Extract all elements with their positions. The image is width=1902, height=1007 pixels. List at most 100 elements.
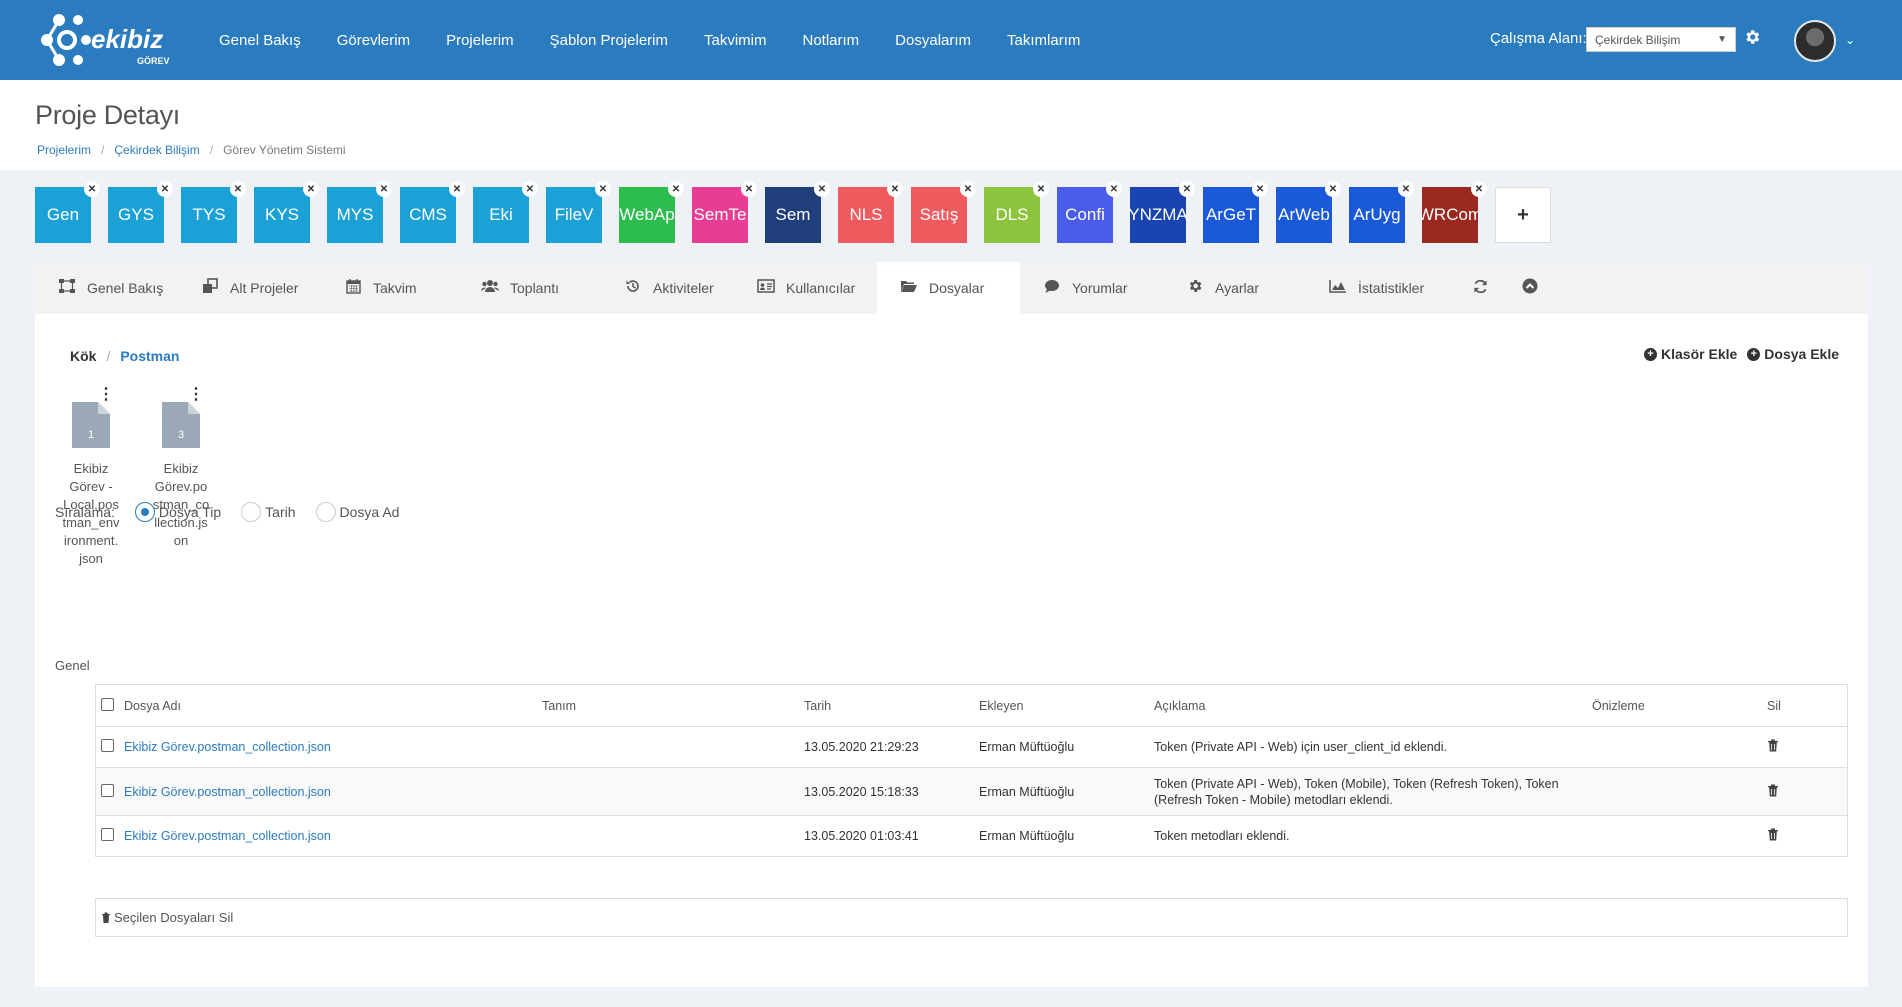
project-tile[interactable]: Gen: [35, 187, 91, 243]
more-vertical-icon[interactable]: ⋮: [98, 387, 114, 403]
folder-current[interactable]: Postman: [120, 348, 179, 364]
file-item[interactable]: 1 ⋮ Ekibiz Görev - Local.pos tman_env ironment…: [55, 387, 127, 568]
project-tile[interactable]: Satış: [911, 187, 967, 243]
close-icon[interactable]: ✕: [522, 181, 538, 197]
collapse-button[interactable]: [1499, 262, 1549, 314]
row-checkbox[interactable]: [101, 739, 114, 752]
more-vertical-icon[interactable]: ⋮: [188, 387, 204, 403]
project-tile[interactable]: ArWeb: [1276, 187, 1332, 243]
project-tile-wrapper: GYS ✕: [108, 181, 173, 247]
close-icon[interactable]: ✕: [1179, 181, 1195, 197]
select-all-checkbox[interactable]: [101, 697, 114, 711]
close-icon[interactable]: ✕: [814, 181, 830, 197]
project-tile[interactable]: Eki: [473, 187, 529, 243]
trash-icon[interactable]: [1767, 828, 1779, 844]
close-icon[interactable]: ✕: [1033, 181, 1049, 197]
project-tile[interactable]: WRCom: [1422, 187, 1478, 243]
close-icon[interactable]: ✕: [449, 181, 465, 197]
nav-sablon-projelerim[interactable]: Şablon Projelerim: [550, 32, 668, 49]
close-icon[interactable]: ✕: [960, 181, 976, 197]
trash-icon[interactable]: [1767, 784, 1779, 800]
close-icon[interactable]: ✕: [303, 181, 319, 197]
sort-radio-dosya-ad[interactable]: Dosya Ad: [315, 502, 399, 522]
tab-ayarlar[interactable]: Ayarlar: [1163, 262, 1306, 314]
close-icon[interactable]: ✕: [84, 181, 100, 197]
tab-genel-bakış[interactable]: Genel Bakış: [35, 262, 178, 314]
nav-takimlarim[interactable]: Takımlarım: [1007, 32, 1080, 49]
tab-toplantı[interactable]: Toplantı: [458, 262, 601, 314]
project-tile[interactable]: SemTe: [692, 187, 748, 243]
col-dosya-adi[interactable]: Dosya Adı: [124, 699, 542, 713]
nav-genel-bakis[interactable]: Genel Bakış: [219, 32, 301, 49]
project-tile-wrapper: MYS ✕: [327, 181, 392, 247]
project-tile[interactable]: Confi: [1057, 187, 1113, 243]
project-tile[interactable]: YNZMA: [1130, 187, 1186, 243]
tab-i-statistikler[interactable]: İstatistikler: [1306, 262, 1449, 314]
project-tile[interactable]: WebAp: [619, 187, 675, 243]
project-tile[interactable]: ArUyg: [1349, 187, 1405, 243]
close-icon[interactable]: ✕: [157, 181, 173, 197]
add-project-button[interactable]: +: [1495, 187, 1551, 243]
nav-dosyalarim[interactable]: Dosyalarım: [895, 32, 971, 49]
row-checkbox[interactable]: [101, 828, 114, 841]
breadcrumb-cekirdek-bilisim[interactable]: Çekirdek Bilişim: [114, 143, 199, 157]
breadcrumb-projelerim[interactable]: Projelerim: [37, 143, 91, 157]
close-icon[interactable]: ✕: [741, 181, 757, 197]
close-icon[interactable]: ✕: [1106, 181, 1122, 197]
ekibiz-logo[interactable]: ekibiz GÖREV: [34, 8, 184, 72]
add-file-label: Dosya Ekle: [1764, 346, 1839, 362]
close-icon[interactable]: ✕: [230, 181, 246, 197]
nav-notlarim[interactable]: Notlarım: [802, 32, 859, 49]
tab-takvim[interactable]: Takvim: [321, 262, 458, 314]
project-tiles: Gen ✕ GYS ✕ TYS ✕ KYS ✕ MYS ✕ CMS ✕ Eki ✕ FileV ✕ WebAp ✕…: [35, 181, 1551, 247]
project-tile[interactable]: DLS: [984, 187, 1040, 243]
gear-icon[interactable]: [1743, 28, 1763, 48]
project-tile[interactable]: KYS: [254, 187, 310, 243]
project-tile[interactable]: FileV: [546, 187, 602, 243]
tab-aktiviteler[interactable]: Aktiviteler: [601, 262, 734, 314]
close-icon[interactable]: ✕: [1398, 181, 1414, 197]
radio-button[interactable]: [315, 502, 336, 522]
workspace-select[interactable]: Çekirdek Bilişim ▼: [1586, 27, 1736, 52]
tab-alt-projeler[interactable]: Alt Projeler: [178, 262, 321, 314]
tab-kullanıcılar[interactable]: Kullanıcılar: [734, 262, 877, 314]
close-icon[interactable]: ✕: [595, 181, 611, 197]
refresh-button[interactable]: [1449, 262, 1499, 314]
row-checkbox[interactable]: [101, 783, 114, 797]
close-icon[interactable]: ✕: [1325, 181, 1341, 197]
delete-selected-button[interactable]: Seçilen Dosyaları Sil: [95, 898, 1848, 937]
close-icon[interactable]: ✕: [1252, 181, 1268, 197]
file-link[interactable]: Ekibiz Görev.postman_collection.json: [124, 785, 331, 799]
trash-icon[interactable]: [1767, 739, 1779, 755]
nav-gorevlerim[interactable]: Görevlerim: [337, 32, 410, 49]
project-tile[interactable]: GYS: [108, 187, 164, 243]
sort-radio-dosya-tip[interactable]: Dosya Tip: [134, 502, 221, 522]
add-file-button[interactable]: + Dosya Ekle: [1747, 346, 1839, 362]
project-tile[interactable]: TYS: [181, 187, 237, 243]
project-tile[interactable]: CMS: [400, 187, 456, 243]
tab-yorumlar[interactable]: Yorumlar: [1020, 262, 1163, 314]
nav-projelerim[interactable]: Projelerim: [446, 32, 514, 49]
file-link[interactable]: Ekibiz Görev.postman_collection.json: [124, 740, 331, 754]
project-tile[interactable]: Sem: [765, 187, 821, 243]
close-icon[interactable]: ✕: [1471, 181, 1487, 197]
file-link[interactable]: Ekibiz Görev.postman_collection.json: [124, 829, 331, 843]
user-avatar[interactable]: [1794, 20, 1836, 62]
project-tile[interactable]: NLS: [838, 187, 894, 243]
project-tile-label: GYS: [118, 205, 154, 224]
nav-takvimim[interactable]: Takvimim: [704, 32, 767, 49]
add-folder-button[interactable]: + Klasör Ekle: [1644, 346, 1737, 362]
project-tile[interactable]: ArGeT: [1203, 187, 1259, 243]
close-icon[interactable]: ✕: [887, 181, 903, 197]
folder-root[interactable]: Kök: [70, 348, 96, 364]
sort-radio-tarih[interactable]: Tarih: [241, 502, 296, 522]
tab-dosyalar[interactable]: Dosyalar: [877, 262, 1020, 314]
file-item[interactable]: 3 ⋮ Ekibiz Görev.po stman_co llection.js on: [145, 387, 217, 550]
close-icon[interactable]: ✕: [376, 181, 392, 197]
chevron-down-icon[interactable]: ⌄: [1845, 33, 1855, 47]
radio-button-checked[interactable]: [134, 502, 155, 522]
project-tile[interactable]: MYS: [327, 187, 383, 243]
project-tabs: Genel Bakış Alt Projeler Takvim Toplantı Akt…: [35, 262, 1868, 314]
close-icon[interactable]: ✕: [668, 181, 684, 197]
radio-button[interactable]: [241, 502, 262, 522]
